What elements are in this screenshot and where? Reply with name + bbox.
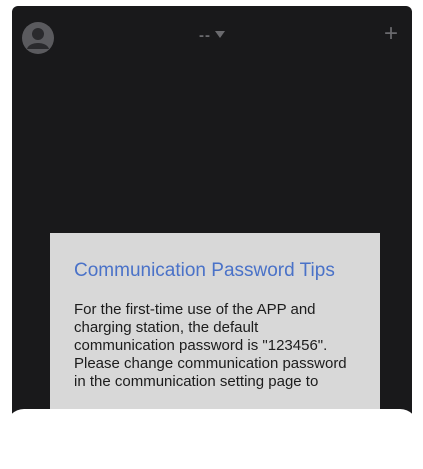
app-screen: -- + Communication Password Tips For the…: [12, 6, 412, 454]
caret-down-icon: [215, 31, 225, 38]
bottom-sheet: [6, 409, 418, 469]
plus-icon[interactable]: +: [380, 22, 402, 46]
dialog-title: Communication Password Tips: [74, 260, 335, 281]
device-selector-label: --: [199, 27, 211, 44]
dialog-message: For the first-time use of the APP and ch…: [74, 301, 347, 390]
device-selector[interactable]: --: [12, 27, 412, 44]
top-bar: -- +: [12, 6, 412, 62]
